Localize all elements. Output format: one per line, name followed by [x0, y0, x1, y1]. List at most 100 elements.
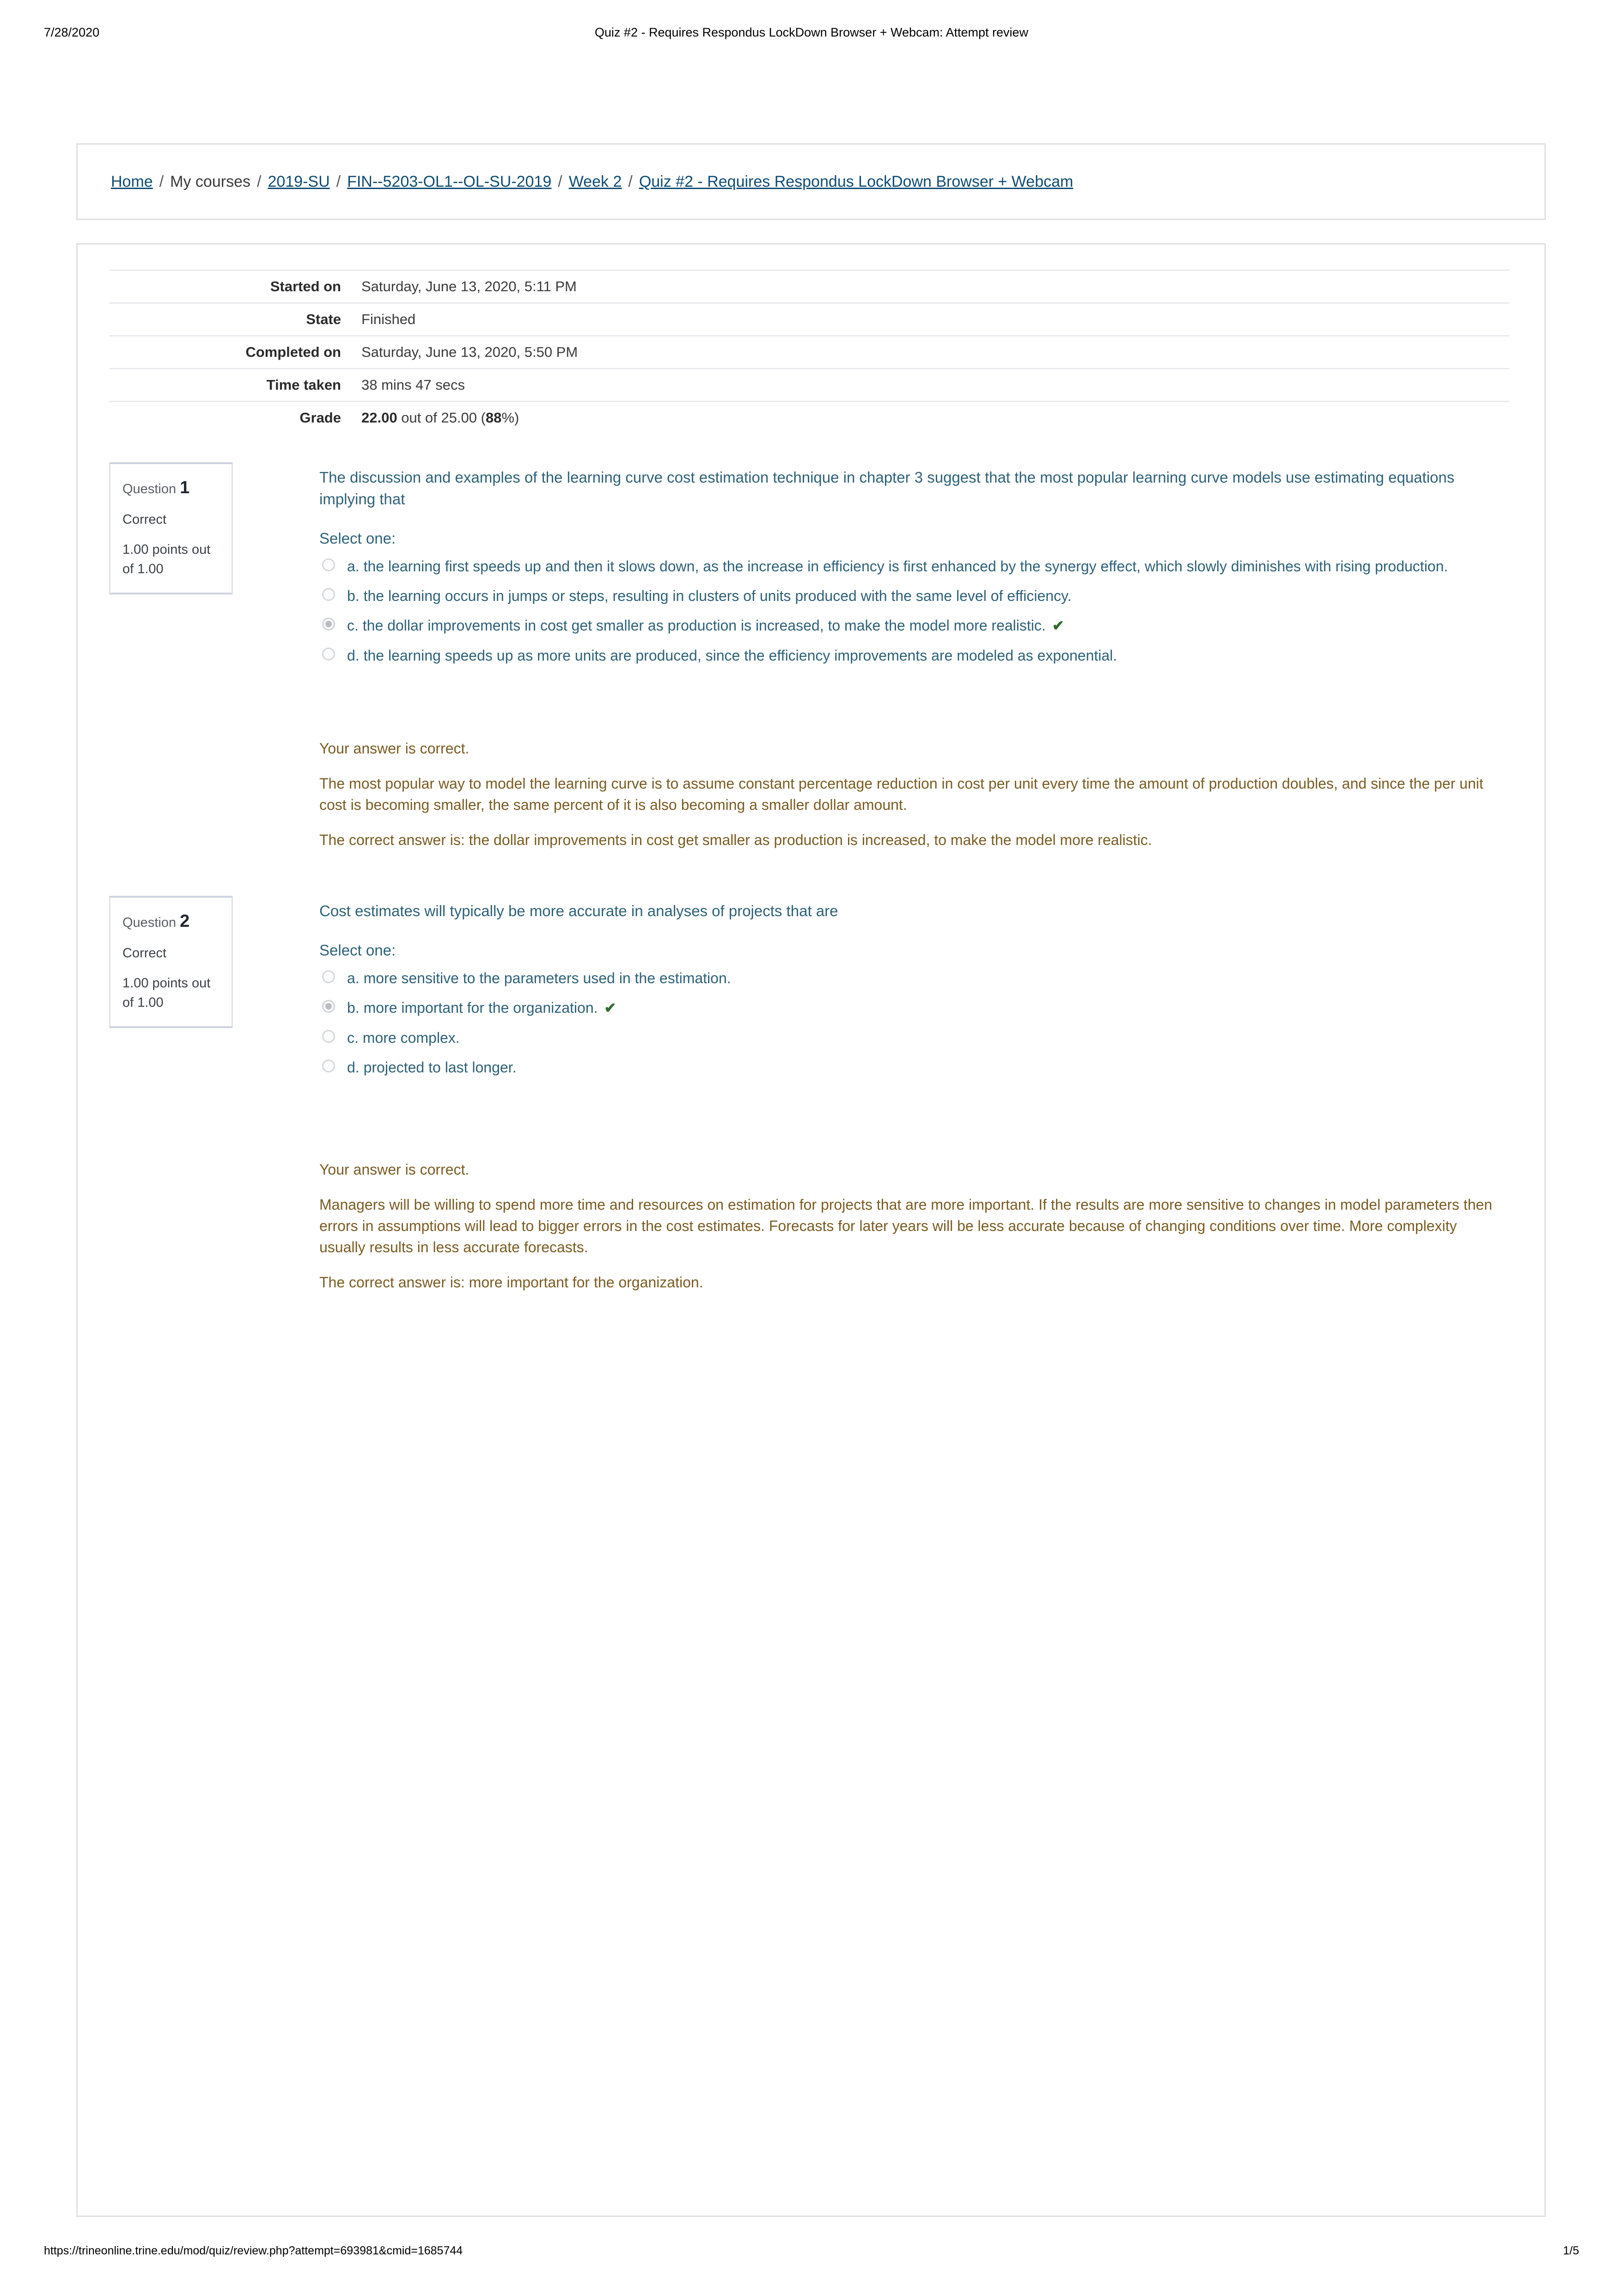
- question-block-1: Question 1 Correct 1.00 points out of 1.0…: [109, 462, 1513, 851]
- answer-text: d. projected to last longer.: [347, 1059, 517, 1076]
- answer-text: a. more sensitive to the parameters used…: [347, 969, 731, 986]
- radio-icon[interactable]: [322, 558, 335, 571]
- table-row: State Finished: [109, 303, 1509, 336]
- summary-label-state: State: [306, 311, 341, 328]
- breadcrumb-item-home[interactable]: Home: [111, 173, 153, 190]
- question-grade-line2: of 1.00: [122, 561, 164, 576]
- feedback-correct-answer: The correct answer is: more important fo…: [319, 1274, 703, 1291]
- summary-label-completed-on: Completed on: [245, 344, 341, 361]
- print-footer: https://trineonline.trine.edu/mod/quiz/r…: [0, 2244, 1623, 2263]
- summary-label-started-on: Started on: [270, 278, 341, 295]
- question-number-2: Question 2: [122, 910, 220, 933]
- answer-text: d. the learning speeds up as more units …: [347, 647, 1117, 664]
- page-sheet: Home / My courses / 2019-SU / FIN--5203-OL1--O…: [76, 143, 1546, 2217]
- print-page-number: 1/5: [1563, 2244, 1579, 2257]
- grade-score: 22.00: [361, 410, 397, 426]
- question-info-box-1: Question 1 Correct 1.00 points out of 1.0…: [109, 462, 233, 594]
- summary-value-completed-on: Saturday, June 13, 2020, 5:50 PM: [361, 344, 578, 361]
- summary-label-time-taken: Time taken: [266, 377, 341, 393]
- print-source-url: https://trineonline.trine.edu/mod/quiz/r…: [44, 2244, 463, 2257]
- radio-icon[interactable]: [322, 970, 335, 983]
- question-grade-2: 1.00 points out of 1.00: [122, 974, 220, 1012]
- breadcrumb-item-course[interactable]: FIN--5203-OL1--OL-SU-2019: [347, 173, 551, 190]
- question-number-value: 2: [180, 912, 190, 931]
- question-grade-line2: of 1.00: [122, 995, 164, 1010]
- answer-option-1a[interactable]: a. the learning first speeds up and then…: [319, 556, 1513, 577]
- answer-text: c. more complex.: [347, 1029, 460, 1046]
- answer-text: c. the dollar improvements in cost get s…: [347, 617, 1046, 634]
- breadcrumb: Home / My courses / 2019-SU / FIN--5203-OL1--O…: [111, 171, 1511, 192]
- question-info-box-2: Question 2 Correct 1.00 points out of 1.0…: [109, 896, 233, 1028]
- question-stem-1: The discussion and examples of the learn…: [319, 469, 1455, 508]
- summary-label-grade: Grade: [299, 410, 341, 426]
- summary-value-grade: 22.00 out of 25.00 (88%): [351, 402, 1509, 434]
- answer-option-1b[interactable]: b. the learning occurs in jumps or steps…: [319, 585, 1513, 606]
- select-one-label-2: Select one:: [319, 941, 396, 959]
- radio-icon[interactable]: [322, 1059, 335, 1072]
- grade-middle: out of 25.00 (: [397, 410, 486, 426]
- answer-text: a. the learning first speeds up and then…: [347, 557, 1448, 575]
- radio-icon-selected[interactable]: [322, 1000, 335, 1013]
- breadcrumb-item-quiz[interactable]: Quiz #2 - Requires Respondus LockDown Br…: [639, 173, 1074, 190]
- question-state-1: Correct: [122, 512, 167, 527]
- answer-list-2: a. more sensitive to the parameters used…: [319, 967, 1513, 1078]
- breadcrumb-item-week-2[interactable]: Week 2: [569, 173, 622, 190]
- breadcrumb-separator: /: [336, 173, 341, 190]
- select-one-label-1: Select one:: [319, 529, 396, 547]
- question-state-2: Correct: [122, 946, 167, 961]
- answer-list-1: a. the learning first speeds up and then…: [319, 556, 1513, 666]
- breadcrumb-separator: /: [628, 173, 633, 190]
- table-row: Completed on Saturday, June 13, 2020, 5:…: [109, 336, 1509, 369]
- answer-option-2c[interactable]: c. more complex.: [319, 1027, 1513, 1048]
- table-row: Started on Saturday, June 13, 2020, 5:11…: [109, 270, 1509, 303]
- answer-option-1d[interactable]: d. the learning speeds up as more units …: [319, 645, 1513, 666]
- grade-percent: 88: [485, 410, 502, 426]
- breadcrumb-separator: /: [159, 173, 164, 190]
- answer-option-2a[interactable]: a. more sensitive to the parameters used…: [319, 967, 1513, 989]
- print-page-title: Quiz #2 - Requires Respondus LockDown Br…: [594, 25, 1029, 39]
- answer-option-1c[interactable]: c. the dollar improvements in cost get s…: [319, 615, 1513, 637]
- grade-suffix: %): [501, 410, 519, 426]
- question-body-1: The discussion and examples of the learn…: [319, 462, 1513, 851]
- breadcrumb-card: Home / My courses / 2019-SU / FIN--5203-OL1--O…: [76, 143, 1546, 220]
- table-row: Grade 22.00 out of 25.00 (88%): [109, 401, 1509, 434]
- summary-value-started-on: Saturday, June 13, 2020, 5:11 PM: [361, 278, 577, 295]
- radio-icon[interactable]: [322, 1029, 335, 1043]
- feedback-explanation: Managers will be willing to spend more t…: [319, 1196, 1493, 1256]
- answer-text: b. more important for the organization.: [347, 999, 598, 1016]
- feedback-correct-answer: The correct answer is: the dollar improv…: [319, 832, 1152, 848]
- question-number-label: Question: [122, 482, 177, 497]
- correct-check-icon: ✔: [1052, 618, 1064, 634]
- question-number-1: Question 1: [122, 476, 220, 500]
- breadcrumb-separator: /: [558, 173, 562, 190]
- answer-option-2d[interactable]: d. projected to last longer.: [319, 1057, 1513, 1078]
- feedback-explanation: The most popular way to model the learni…: [319, 775, 1483, 813]
- question-grade-line1: 1.00 points out: [122, 976, 211, 991]
- radio-icon-selected[interactable]: [322, 618, 335, 631]
- attempt-summary-table: Started on Saturday, June 13, 2020, 5:11…: [109, 269, 1509, 434]
- table-row: Time taken 38 mins 47 secs: [109, 368, 1509, 402]
- question-feedback-1: Your answer is correct. The most popular…: [319, 738, 1505, 851]
- question-body-2: Cost estimates will typically be more ac…: [319, 896, 1513, 1293]
- breadcrumb-item-2019-su[interactable]: 2019-SU: [268, 173, 329, 190]
- question-number-value: 1: [180, 478, 190, 498]
- answer-text: b. the learning occurs in jumps or steps…: [347, 587, 1072, 604]
- summary-value-state: Finished: [361, 311, 416, 328]
- question-grade-1: 1.00 points out of 1.00: [122, 540, 220, 578]
- question-number-label: Question: [122, 915, 177, 931]
- breadcrumb-item-my-courses: My courses: [170, 173, 250, 190]
- answer-option-2b[interactable]: b. more important for the organization. ✔: [319, 997, 1513, 1019]
- summary-value-time-taken: 38 mins 47 secs: [361, 377, 465, 393]
- quiz-review-card: Started on Saturday, June 13, 2020, 5:11…: [76, 243, 1546, 2217]
- question-stem-2: Cost estimates will typically be more ac…: [319, 902, 838, 920]
- radio-icon[interactable]: [322, 588, 335, 601]
- feedback-verdict: Your answer is correct.: [319, 740, 470, 757]
- question-grade-line1: 1.00 points out: [122, 542, 211, 557]
- print-header: 7/28/2020 Quiz #2 - Requires Respondus L…: [0, 25, 1623, 44]
- breadcrumb-separator: /: [256, 173, 262, 190]
- radio-icon[interactable]: [322, 647, 335, 661]
- correct-check-icon: ✔: [604, 1000, 616, 1016]
- question-block-2: Question 2 Correct 1.00 points out of 1.0…: [109, 896, 1513, 1293]
- question-feedback-2: Your answer is correct. Managers will be…: [319, 1159, 1505, 1293]
- feedback-verdict: Your answer is correct.: [319, 1161, 470, 1178]
